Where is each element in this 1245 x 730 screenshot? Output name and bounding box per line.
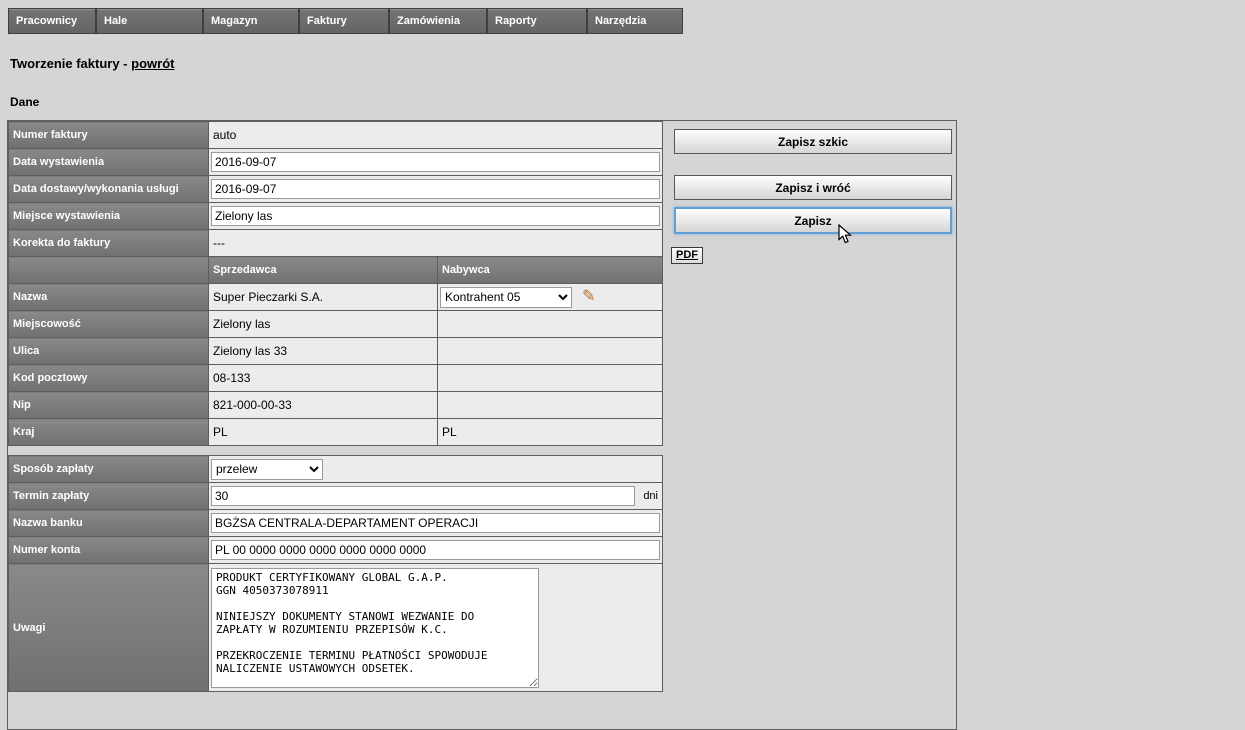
numer-konta-label: Numer konta xyxy=(9,537,209,564)
actions-panel: Zapisz szkic Zapisz i wróć Zapisz PDF xyxy=(663,121,960,264)
nip-label: Nip xyxy=(9,392,209,419)
kraj-label: Kraj xyxy=(9,419,209,446)
table-row: Numer faktury auto xyxy=(9,122,663,149)
invoice-main-table: Numer faktury auto Data wystawienia Data… xyxy=(8,121,663,446)
uwagi-label: Uwagi xyxy=(9,564,209,692)
sposob-zaplaty-label: Sposób zapłaty xyxy=(9,456,209,483)
kod-pocztowy-label: Kod pocztowy xyxy=(9,365,209,392)
ulica-buyer-value xyxy=(438,338,663,365)
nazwa-label: Nazwa xyxy=(9,284,209,311)
numer-faktury-value: auto xyxy=(209,122,663,149)
ulica-label: Ulica xyxy=(9,338,209,365)
top-nav: Pracownicy Hale Magazyn Faktury Zamówien… xyxy=(8,8,1245,34)
table-row: Sposób zapłaty przelew xyxy=(9,456,663,483)
miejscowosc-label: Miejscowość xyxy=(9,311,209,338)
table-row: Ulica Zielony las 33 xyxy=(9,338,663,365)
nav-item-raporty[interactable]: Raporty xyxy=(487,8,587,34)
miejscowosc-buyer-value xyxy=(438,311,663,338)
nip-buyer-value xyxy=(438,392,663,419)
page-title: Tworzenie faktury - powrót xyxy=(10,56,1245,71)
miejsce-wystawienia-input[interactable] xyxy=(211,206,660,226)
save-return-button[interactable]: Zapisz i wróć xyxy=(674,175,952,200)
korekta-value: --- xyxy=(209,230,663,257)
table-row: Numer konta xyxy=(9,537,663,564)
back-link[interactable]: powrót xyxy=(131,56,174,71)
parties-spacer-cell xyxy=(9,257,209,284)
sprzedawca-header: Sprzedawca xyxy=(209,257,438,284)
nav-item-zamowienia[interactable]: Zamówienia xyxy=(389,8,487,34)
table-row: Korekta do faktury --- xyxy=(9,230,663,257)
miejsce-wystawienia-label: Miejsce wystawienia xyxy=(9,203,209,230)
nazwa-banku-label: Nazwa banku xyxy=(9,510,209,537)
data-wystawienia-label: Data wystawienia xyxy=(9,149,209,176)
miejsce-wystawienia-cell xyxy=(209,203,663,230)
numer-faktury-label: Numer faktury xyxy=(9,122,209,149)
nav-item-hale[interactable]: Hale xyxy=(96,8,203,34)
nazwa-buyer-cell: Kontrahent 05 ✎ xyxy=(438,284,663,311)
data-wystawienia-cell xyxy=(209,149,663,176)
invoice-form: Numer faktury auto Data wystawienia Data… xyxy=(8,121,663,692)
edit-contractor-icon[interactable]: ✎ xyxy=(582,289,595,305)
nazwa-seller-value: Super Pieczarki S.A. xyxy=(209,284,438,311)
table-row: Data dostawy/wykonania usługi xyxy=(9,176,663,203)
numer-konta-input[interactable] xyxy=(211,540,660,560)
nabywca-select[interactable]: Kontrahent 05 xyxy=(440,287,572,308)
table-row: Data wystawienia xyxy=(9,149,663,176)
invoice-form-container: Numer faktury auto Data wystawienia Data… xyxy=(7,120,957,730)
uwagi-textarea[interactable]: PRODUKT CERTYFIKOWANY GLOBAL G.A.P. GGN … xyxy=(211,568,539,688)
data-dostawy-label: Data dostawy/wykonania usługi xyxy=(9,176,209,203)
data-dostawy-cell xyxy=(209,176,663,203)
termin-zaplaty-input[interactable] xyxy=(211,486,635,506)
table-row: Nazwa Super Pieczarki S.A. Kontrahent 05… xyxy=(9,284,663,311)
nazwa-banku-cell xyxy=(209,510,663,537)
parties-header-row: Sprzedawca Nabywca xyxy=(9,257,663,284)
table-row: Termin zapłaty dni xyxy=(9,483,663,510)
nav-item-narzedzia[interactable]: Narzędzia xyxy=(587,8,683,34)
pdf-button[interactable]: PDF xyxy=(671,247,703,264)
save-button[interactable]: Zapisz xyxy=(674,207,952,234)
kod-pocztowy-seller-value: 08-133 xyxy=(209,365,438,392)
data-dostawy-input[interactable] xyxy=(211,179,660,199)
invoice-payment-table: Sposób zapłaty przelew Termin zapłaty dn… xyxy=(8,455,663,692)
kraj-seller-value: PL xyxy=(209,419,438,446)
table-row: Nazwa banku xyxy=(9,510,663,537)
uwagi-cell: PRODUKT CERTYFIKOWANY GLOBAL G.A.P. GGN … xyxy=(209,564,663,692)
kraj-buyer-value: PL xyxy=(438,419,663,446)
table-row: Miejsce wystawienia xyxy=(9,203,663,230)
termin-zaplaty-label: Termin zapłaty xyxy=(9,483,209,510)
termin-zaplaty-cell: dni xyxy=(209,483,663,510)
nav-item-pracownicy[interactable]: Pracownicy xyxy=(8,8,96,34)
section-title: Dane xyxy=(10,95,1245,109)
nav-item-magazyn[interactable]: Magazyn xyxy=(203,8,299,34)
korekta-label: Korekta do faktury xyxy=(9,230,209,257)
nav-item-faktury[interactable]: Faktury xyxy=(299,8,389,34)
page-title-text: Tworzenie faktury - xyxy=(10,56,128,71)
nip-seller-value: 821-000-00-33 xyxy=(209,392,438,419)
termin-zaplaty-suffix: dni xyxy=(643,490,658,502)
table-row: Miejscowość Zielony las xyxy=(9,311,663,338)
save-draft-button[interactable]: Zapisz szkic xyxy=(674,129,952,154)
nabywca-header: Nabywca xyxy=(438,257,663,284)
sposob-zaplaty-select[interactable]: przelew xyxy=(211,459,323,480)
kod-pocztowy-buyer-value xyxy=(438,365,663,392)
table-row: Kod pocztowy 08-133 xyxy=(9,365,663,392)
sposob-zaplaty-cell: przelew xyxy=(209,456,663,483)
nazwa-banku-input[interactable] xyxy=(211,513,660,533)
ulica-seller-value: Zielony las 33 xyxy=(209,338,438,365)
table-row: Uwagi PRODUKT CERTYFIKOWANY GLOBAL G.A.P… xyxy=(9,564,663,692)
data-wystawienia-input[interactable] xyxy=(211,152,660,172)
numer-konta-cell xyxy=(209,537,663,564)
table-row: Nip 821-000-00-33 xyxy=(9,392,663,419)
miejscowosc-seller-value: Zielony las xyxy=(209,311,438,338)
table-row: Kraj PL PL xyxy=(9,419,663,446)
